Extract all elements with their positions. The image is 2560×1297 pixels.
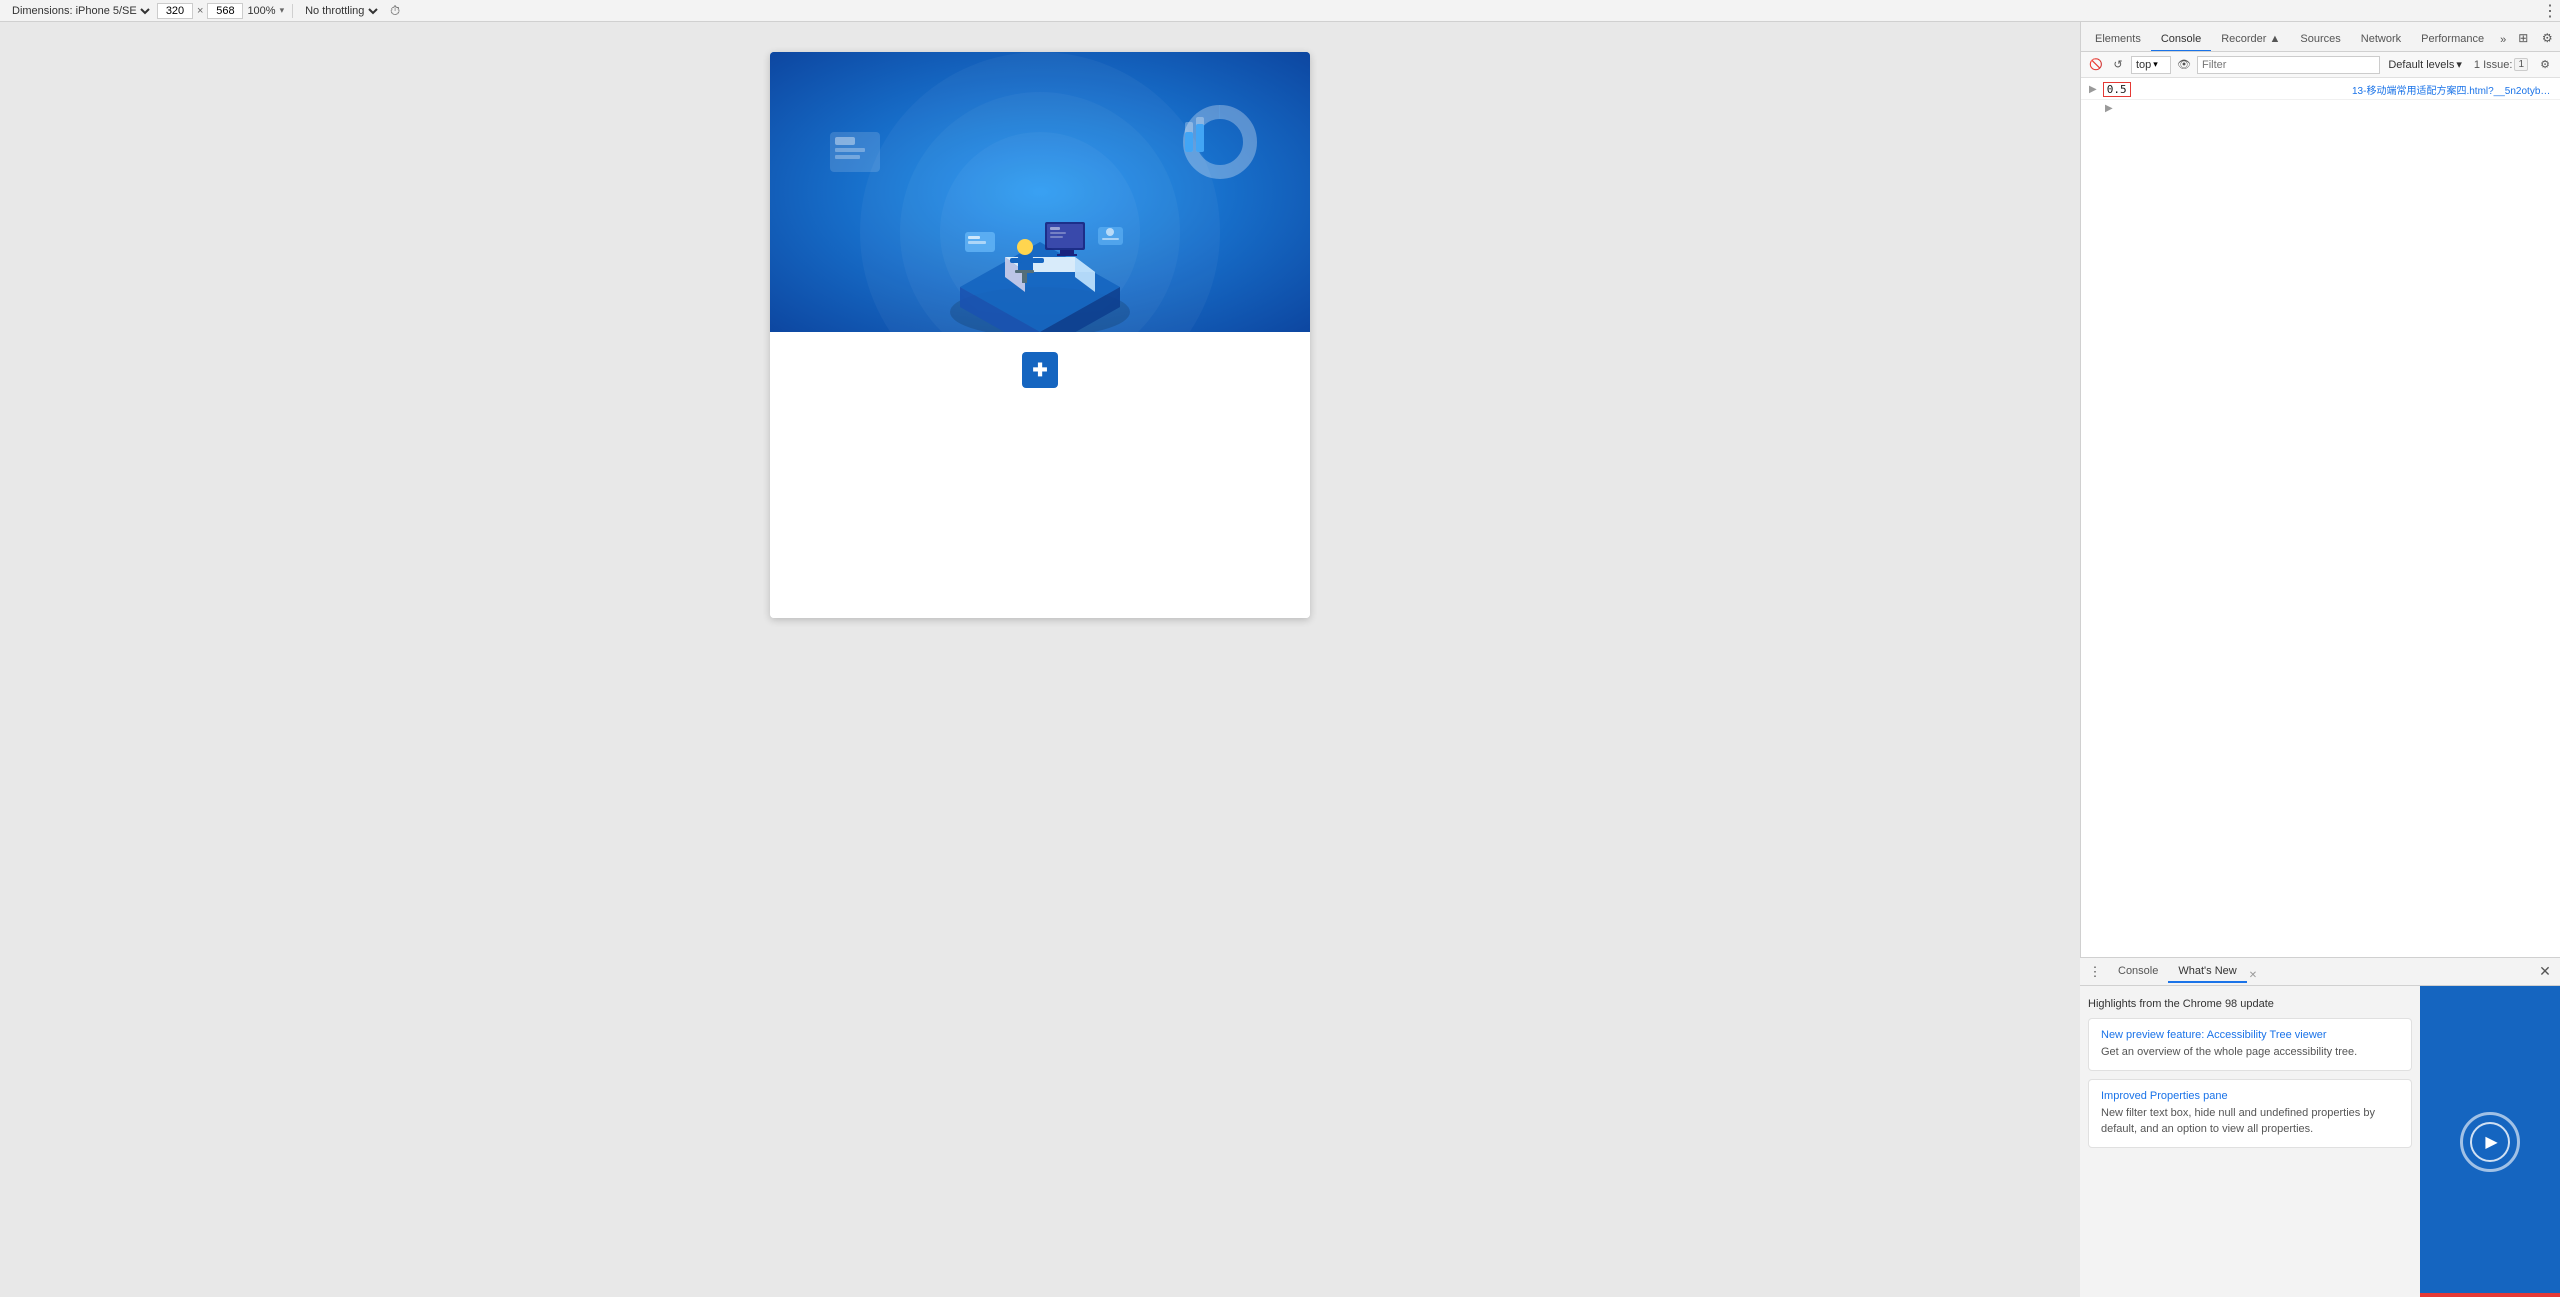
- wn-item-1-desc: Get an overview of the whole page access…: [2101, 1045, 2399, 1060]
- levels-label: Default levels: [2388, 59, 2454, 71]
- devtools-icons: ⊞ ⚙ ✕: [2512, 27, 2560, 51]
- issues-label: 1 Issue:: [2474, 59, 2513, 71]
- wn-item-2[interactable]: Improved Properties pane New filter text…: [2088, 1079, 2412, 1148]
- expand-arrow-icon[interactable]: ▶: [2089, 84, 2097, 95]
- device-hero: [770, 52, 1310, 332]
- devtools-tabs: Elements Console Recorder ▲ Sources Netw…: [2081, 22, 2560, 52]
- play-button-outer: ▶: [2460, 1112, 2520, 1172]
- tab-network[interactable]: Network: [2351, 28, 2411, 52]
- more-options-icon[interactable]: ⋮: [2540, 1, 2560, 21]
- whatsnew-list: Highlights from the Chrome 98 update New…: [2080, 986, 2420, 1297]
- log-levels-button[interactable]: Default levels ▾: [2384, 56, 2466, 73]
- refresh-icon[interactable]: ↺: [2109, 56, 2127, 74]
- viewport-width-input[interactable]: [157, 3, 193, 19]
- tab-elements[interactable]: Elements: [2085, 28, 2151, 52]
- issues-count: 1: [2514, 58, 2528, 71]
- wn-item-1[interactable]: New preview feature: Accessibility Tree …: [2088, 1018, 2412, 1071]
- main-area: ✚ Elements Console Recorder ▲ Sources Ne…: [0, 22, 2560, 1297]
- device-frame: ✚: [770, 52, 1310, 618]
- issues-badge[interactable]: 1 Issue: 1: [2470, 56, 2532, 73]
- viewport-separator: ×: [197, 5, 203, 17]
- clear-console-icon[interactable]: 🚫: [2087, 56, 2105, 74]
- device-selector[interactable]: Dimensions: iPhone 5/SE: [8, 4, 153, 18]
- tab-more[interactable]: »: [2494, 29, 2512, 51]
- console-entry: ▶ 0.5 13-移动端常用适配方案四.html?__5n2otyb9u5a1s…: [2081, 80, 2560, 100]
- console-source[interactable]: 13-移动端常用适配方案四.html?__5n2otyb9u5a1sonde:1…: [2352, 82, 2552, 97]
- tab-console[interactable]: Console: [2151, 28, 2211, 52]
- viewport-toolbar: Dimensions: iPhone 5/SE × 100% ▾ No thro…: [0, 0, 2560, 22]
- whatsnew-menu-icon[interactable]: ⋮: [2086, 963, 2104, 981]
- whatsnew-video-thumbnail[interactable]: ▶: [2420, 986, 2560, 1297]
- play-button-inner: ▶: [2470, 1122, 2510, 1162]
- levels-arrow-icon: ▾: [2456, 58, 2462, 71]
- isometric-illustration: [770, 52, 1310, 332]
- tab-sources[interactable]: Sources: [2290, 28, 2350, 52]
- timer-icon[interactable]: ⏱: [385, 1, 405, 21]
- app-icon: ✚: [1022, 352, 1058, 388]
- wn-item-1-title: New preview feature: Accessibility Tree …: [2101, 1029, 2399, 1041]
- devtools-panel: Elements Console Recorder ▲ Sources Netw…: [2080, 22, 2560, 1297]
- toolbar-separator: [292, 4, 293, 18]
- eye-icon[interactable]: 👁: [2175, 56, 2193, 74]
- whatsnew-content: Highlights from the Chrome 98 update New…: [2080, 986, 2560, 1297]
- console-entry-expanded: ▶: [2081, 100, 2560, 116]
- viewport-height-input[interactable]: [207, 3, 243, 19]
- page-preview: ✚: [0, 22, 2080, 1297]
- device-content: ✚: [770, 332, 1310, 618]
- context-arrow-icon: ▾: [2153, 59, 2158, 70]
- whatsnew-panel: ⋮ Console What's New ✕ ✕ Highlights from…: [2080, 957, 2560, 1297]
- context-value: top: [2136, 59, 2151, 71]
- viewport-info: Dimensions: iPhone 5/SE × 100% ▾ No thro…: [0, 1, 413, 21]
- wn-item-2-desc: New filter text box, hide null and undef…: [2101, 1106, 2399, 1137]
- settings-icon[interactable]: ⚙: [2536, 27, 2558, 49]
- whatsnew-highlight-title: Highlights from the Chrome 98 update: [2088, 994, 2412, 1018]
- video-progress-bar: [2420, 1293, 2560, 1297]
- tab-performance[interactable]: Performance: [2411, 28, 2494, 52]
- context-selector[interactable]: top ▾: [2131, 56, 2171, 74]
- console-filter-input[interactable]: [2197, 56, 2380, 74]
- tab-recorder[interactable]: Recorder ▲: [2211, 28, 2290, 52]
- wn-item-2-title: Improved Properties pane: [2101, 1090, 2399, 1102]
- whatsnew-tabs: Console What's New ✕: [2108, 961, 2532, 983]
- play-icon: ▶: [2485, 1132, 2497, 1152]
- expand-sub-icon: ▶: [2105, 103, 2113, 114]
- wn-tab-whatsnew[interactable]: What's New: [2168, 961, 2246, 983]
- close-whatsnew-icon[interactable]: ✕: [2536, 963, 2554, 981]
- throttle-selector[interactable]: No throttling: [301, 4, 381, 18]
- chevron-down-icon: ▾: [280, 5, 285, 16]
- plus-icon: ✚: [1032, 360, 1047, 381]
- whatsnew-header: ⋮ Console What's New ✕ ✕: [2080, 958, 2560, 986]
- console-settings-icon[interactable]: ⚙: [2536, 56, 2554, 74]
- console-value: 0.5: [2103, 82, 2131, 97]
- zoom-level[interactable]: 100%: [247, 5, 275, 17]
- device-body: [790, 398, 1290, 598]
- new-tab-icon[interactable]: ⊞: [2512, 27, 2534, 49]
- console-toolbar: 🚫 ↺ top ▾ 👁 Default levels ▾ 1 Issue: 1 …: [2081, 52, 2560, 78]
- whatsnew-tab-close-icon[interactable]: ✕: [2249, 970, 2257, 981]
- wn-tab-console[interactable]: Console: [2108, 961, 2168, 983]
